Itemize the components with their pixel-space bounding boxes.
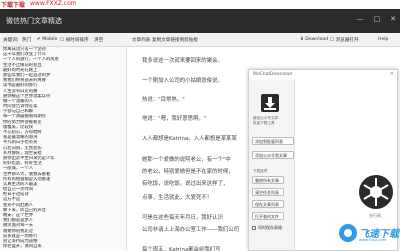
window-title: 微信热门文章精选 — [6, 17, 62, 25]
maximize-button[interactable]: □ — [374, 15, 381, 23]
site-logo: 飞速下载 www.fxxz.com — [339, 222, 399, 249]
article-line: 她那一个爱做的说阿老公，有一个"中 — [142, 157, 231, 163]
site-logo-icon — [339, 224, 357, 242]
dialog-title: WeChatDownload — [253, 72, 292, 77]
article-line: 热说："目常熟。" — [142, 97, 185, 103]
sort-by-time-checkbox[interactable]: ☐ 按时间排序 — [60, 37, 89, 43]
dialog-brand: 光行网 — [369, 213, 381, 218]
article-line: 点事，生活就此，大爱死不！ — [142, 195, 213, 201]
watermark-site-text: www.FXXZ.com — [30, 0, 77, 7]
help-button[interactable]: Help — [378, 37, 388, 42]
add-account-button[interactable]: 添加公众号到文章 — [252, 151, 294, 159]
keyword-label: 关键词： — [3, 38, 22, 43]
close-button[interactable]: ✕ — [390, 15, 396, 23]
save-list-button[interactable]: 保存文章列表 — [252, 200, 284, 208]
article-list: 你离成功只差一个坚持 这十年我们改变了什么 一个人的旅行，一个人的风景 生活不止眼前的… — [0, 47, 127, 251]
article-line: 可是在这些每天年月日，我好认识 — [142, 215, 223, 221]
clear-button[interactable]: 清空 — [94, 37, 103, 43]
window-controls: — □ ✕ — [357, 15, 397, 23]
dialog-sidebar: 微信公众号文章 批量下载工具 添加到批量列表 添加公众号到文章 下载选项 删除所… — [249, 80, 295, 250]
keyword-select[interactable]: 热门 — [22, 37, 31, 43]
title-bar: 微信热门文章精选 — □ ✕ — [0, 9, 400, 33]
download-options-label: 下载选项 — [253, 169, 268, 173]
article-line: 入人都想是Katrina。入人都想是某某某 — [142, 136, 237, 142]
watermark-strip: 下载下载 www.FXXZ.com — [0, 0, 400, 9]
save-table-checkbox[interactable]: 同时保存表格 — [252, 225, 282, 231]
article-line: 有吃饭，说吃饭。说过出来这样了， — [142, 181, 229, 187]
add-to-batch-button[interactable]: 添加到批量列表 — [252, 137, 294, 145]
download-icon — [261, 94, 279, 112]
aperture-logo-icon — [359, 175, 393, 209]
open-temp-button[interactable]: 打开临时文件 — [252, 212, 284, 220]
delete-all-button[interactable]: 删除所有文章 — [252, 176, 284, 184]
article-list-label: 文章列表 — [132, 38, 151, 43]
mobile-checkbox[interactable]: ✔ Mobile — [37, 37, 57, 42]
article-line: 地说："嗯，我好意思啊。" — [142, 116, 207, 122]
article-line: 我多说这一次就来要回来的聚会。 — [142, 58, 223, 64]
dialog-close-icon[interactable]: ✕ — [390, 71, 394, 77]
site-logo-url: www.fxxz.com — [359, 237, 387, 242]
watermark-download-text: 下载下载 — [1, 2, 26, 9]
toolbar: 关键词： 热门 ✔ Mobile ☐ 按时间排序 清空 文章列表 复制文章链接到… — [0, 33, 400, 47]
article-line: 每个周五，Katrina都会给我们写 — [142, 247, 221, 251]
clear-task-button[interactable]: 清空任务列表 — [252, 188, 284, 196]
open-in-browser-checkbox[interactable]: ☐ 浏览器打开 — [330, 37, 359, 43]
download-button[interactable]: ⬇ Download — [300, 37, 328, 42]
article-line: 的老公，特别爱她但是不在家的时候， — [142, 169, 234, 175]
sidebar-caption-2: 批量下载工具 — [253, 121, 275, 125]
article-line: 一个刚加入公司的小姑娘张俊说。 — [142, 78, 223, 84]
minimize-button[interactable]: — — [357, 15, 364, 23]
copy-link-button[interactable]: 复制文章链接到剪贴板 — [152, 37, 198, 43]
article-list-item[interactable]: 你若盛开，清风自来 — [0, 244, 126, 249]
article-line: 公司非请上上海办公室工作——我们公司 — [142, 227, 240, 233]
